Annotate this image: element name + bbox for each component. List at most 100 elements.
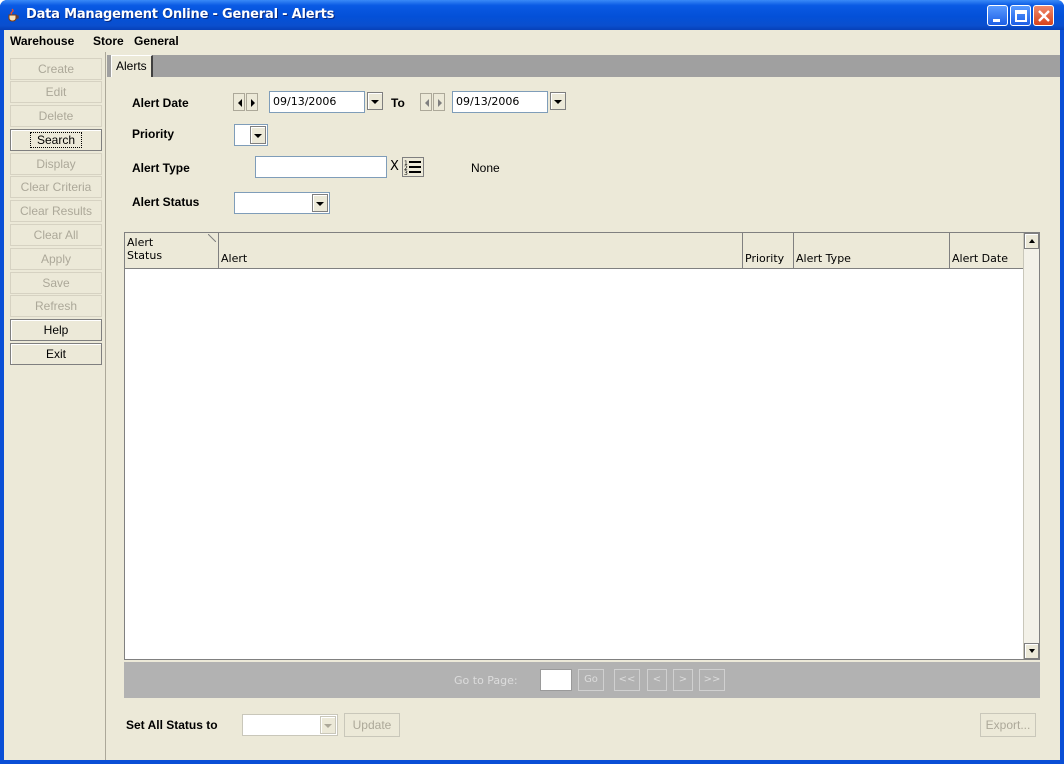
column-header-label: Priority — [745, 252, 785, 265]
edit-button[interactable]: Edit — [10, 81, 102, 103]
menu-warehouse[interactable]: Warehouse — [10, 34, 74, 48]
minimize-button[interactable] — [987, 5, 1008, 26]
help-button[interactable]: Help — [10, 319, 102, 341]
priority-dropdown-button[interactable] — [250, 126, 266, 144]
go-to-page-label: Go to Page: — [454, 674, 518, 687]
chevron-down-icon — [316, 202, 324, 206]
date-to-prev-button[interactable] — [420, 93, 432, 111]
exit-label: Exit — [45, 347, 66, 361]
client-area: Warehouse Store General Create Edit Dele… — [4, 30, 1060, 760]
vertical-scrollbar[interactable] — [1023, 233, 1039, 659]
menu-store[interactable]: Store — [93, 34, 124, 48]
clear-all-label: Clear All — [33, 228, 79, 242]
column-header-priority[interactable]: Priority — [743, 233, 794, 268]
save-button[interactable]: Save — [10, 272, 102, 294]
scroll-down-button[interactable] — [1024, 643, 1039, 659]
application-window: Data Management Online - General - Alert… — [0, 0, 1064, 764]
close-icon — [1038, 10, 1050, 22]
export-button[interactable]: Export... — [980, 713, 1036, 737]
date-to-value: 09/13/2006 — [456, 95, 520, 108]
alert-date-label: Alert Date — [132, 96, 189, 110]
scroll-up-button[interactable] — [1024, 233, 1039, 249]
last-page-button[interactable]: >> — [699, 669, 725, 691]
date-to-dropdown-button[interactable] — [550, 92, 566, 110]
arrow-up-icon — [1029, 239, 1035, 243]
clear-criteria-label: Clear Criteria — [20, 180, 92, 194]
left-arrow-icon — [425, 99, 429, 107]
edit-label: Edit — [45, 85, 67, 99]
column-header-line2: Status — [127, 249, 163, 262]
set-all-status-label: Set All Status to — [126, 718, 218, 732]
clear-results-button[interactable]: Clear Results — [10, 200, 102, 222]
tab-alerts[interactable]: Alerts — [111, 55, 153, 77]
display-label: Display — [36, 157, 76, 171]
arrow-down-icon — [1029, 649, 1035, 653]
menu-general[interactable]: General — [134, 34, 179, 48]
previous-page-button[interactable]: < — [647, 669, 667, 691]
help-label: Help — [43, 323, 69, 337]
priority-label: Priority — [132, 127, 175, 141]
date-from-value: 09/13/2006 — [273, 95, 337, 108]
column-header-alert-type[interactable]: Alert Type — [794, 233, 950, 268]
go-button[interactable]: Go — [578, 669, 604, 691]
search-button[interactable]: Search — [10, 129, 102, 151]
date-from-next-button[interactable] — [246, 93, 258, 111]
apply-button[interactable]: Apply — [10, 248, 102, 270]
pagination-bar: Go to Page: Go << < > >> — [124, 662, 1040, 698]
date-from-prev-button[interactable] — [233, 93, 245, 111]
create-label: Create — [37, 62, 75, 76]
search-label: Search — [29, 132, 83, 148]
column-header-label: Alert Type — [796, 252, 851, 265]
set-all-status-select[interactable] — [242, 714, 338, 736]
column-header-line1: Alert — [127, 236, 154, 249]
action-panel: Create Edit Delete Search Display Clear … — [4, 52, 106, 760]
alert-status-dropdown-button[interactable] — [312, 194, 328, 212]
first-page-button[interactable]: << — [614, 669, 640, 691]
column-header-alert-date[interactable]: Alert Date — [950, 233, 1023, 268]
alert-type-label: Alert Type — [132, 161, 190, 175]
chevron-down-icon — [371, 100, 379, 104]
list-lookup-icon[interactable]: 1 2 3 — [402, 157, 424, 177]
minimize-icon — [993, 19, 1000, 22]
close-button[interactable] — [1033, 5, 1054, 26]
delete-button[interactable]: Delete — [10, 105, 102, 127]
left-arrow-icon — [238, 99, 242, 107]
exit-button[interactable]: Exit — [10, 343, 102, 365]
delete-label: Delete — [38, 109, 74, 123]
date-from-field[interactable]: 09/13/2006 — [269, 91, 365, 113]
alert-type-input[interactable] — [255, 156, 387, 178]
window-title: Data Management Online - General - Alert… — [26, 7, 335, 22]
column-header-alert[interactable]: Alert — [219, 233, 743, 268]
menu-bar: Warehouse Store General — [4, 30, 1060, 51]
refresh-label: Refresh — [34, 299, 78, 313]
clear-criteria-button[interactable]: Clear Criteria — [10, 176, 102, 198]
title-bar[interactable]: Data Management Online - General - Alert… — [0, 0, 1064, 30]
display-button[interactable]: Display — [10, 153, 102, 175]
maximize-button[interactable] — [1010, 5, 1031, 26]
date-to-field[interactable]: 09/13/2006 — [452, 91, 548, 113]
date-from-dropdown-button[interactable] — [367, 92, 383, 110]
alert-type-clear-button[interactable]: X — [390, 159, 399, 174]
set-all-status-dropdown-button[interactable] — [320, 716, 336, 734]
chevron-down-icon — [554, 100, 562, 104]
refresh-button[interactable]: Refresh — [10, 295, 102, 317]
table-header: Alert Status Alert Priority Alert Type A… — [125, 233, 1023, 269]
apply-label: Apply — [40, 252, 72, 266]
next-page-button[interactable]: > — [673, 669, 693, 691]
create-button[interactable]: Create — [10, 58, 102, 80]
page-number-input[interactable] — [540, 669, 572, 691]
column-header-label: Alert Date — [952, 252, 1008, 265]
priority-select[interactable] — [234, 124, 268, 146]
alert-status-select[interactable] — [234, 192, 330, 214]
alert-status-label: Alert Status — [132, 195, 200, 209]
right-arrow-icon — [438, 99, 442, 107]
column-header-alert-status[interactable]: Alert Status — [125, 233, 219, 268]
tab-strip: Alerts — [107, 55, 1060, 77]
clear-all-button[interactable]: Clear All — [10, 224, 102, 246]
java-cup-icon — [8, 8, 19, 22]
update-button[interactable]: Update — [344, 713, 400, 737]
results-table[interactable]: Alert Status Alert Priority Alert Type A… — [124, 232, 1040, 660]
date-to-next-button[interactable] — [433, 93, 445, 111]
maximize-icon — [1015, 10, 1027, 22]
save-label: Save — [42, 276, 70, 290]
